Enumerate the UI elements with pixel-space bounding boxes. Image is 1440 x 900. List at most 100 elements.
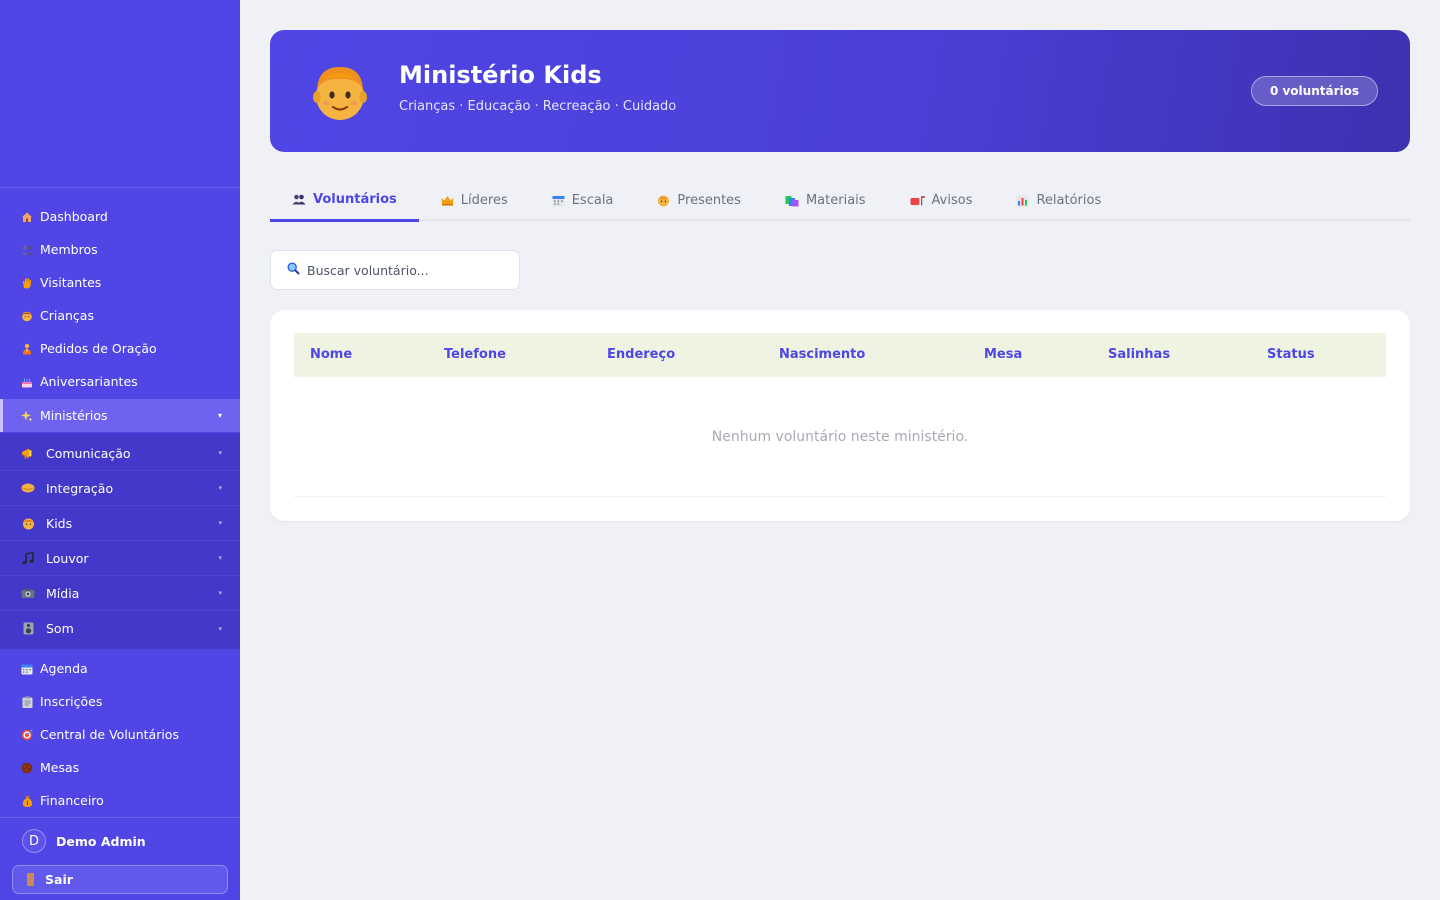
page-title: Ministério Kids [399,61,602,89]
calendar-icon [20,662,34,676]
clipboard-icon [20,695,34,709]
praying-icon [20,342,34,356]
ministry-header: Ministério Kids Crianças · Educação · Re… [270,30,1410,152]
submenu-item-integracao[interactable]: Integração ▾ [0,471,240,506]
books-icon [785,195,799,207]
table-icon [20,761,34,775]
volunteer-count-badge[interactable]: 0 voluntários [1250,76,1378,106]
chevron-down-icon: ▾ [218,624,222,633]
people-icon [20,243,34,257]
hand-wave-icon [20,276,34,290]
sidebar-item-mesas[interactable]: Mesas [0,751,240,784]
tab-label: Relatórios [1036,193,1102,208]
column-header-telefone[interactable]: Telefone [444,333,506,377]
chevron-down-icon: ▾ [218,519,222,527]
logout-label: Sair [45,872,73,887]
avatar: D [22,829,46,853]
table-header: Nome Telefone Endereço Nascimento Mesa S… [294,333,1386,377]
sparkles-icon [20,409,34,423]
sidebar-nav: Dashboard Membros Visitantes Crianças Pe… [0,200,240,817]
sidebar-item-label: Central de Voluntários [40,727,179,742]
door-icon [27,873,34,886]
music-note-icon [20,550,36,566]
submenu-item-label: Kids [46,515,73,531]
submenu-item-label: Integração [46,480,114,496]
submenu-item-louvor[interactable]: Louvor ▾ [0,541,240,576]
sidebar-item-inscricoes[interactable]: Inscrições [0,685,240,718]
sidebar-item-membros[interactable]: Membros [0,233,240,266]
search-input[interactable] [307,262,497,278]
column-header-mesa[interactable]: Mesa [984,333,1022,377]
mailbox-icon [910,195,925,206]
submenu-item-label: Mídia [46,585,80,601]
user-profile[interactable]: D Demo Admin [0,818,240,864]
submenu-item-som[interactable]: Som ▾ [0,611,240,646]
sidebar-item-label: Inscrições [40,694,103,709]
tab-escala[interactable]: Escala [530,180,636,221]
submenu-item-label: Comunicação [46,445,131,461]
child-face-icon [312,64,368,122]
tab-lideres[interactable]: Líderes [419,180,530,221]
submenu-item-label: Som [46,621,74,636]
camera-icon [20,585,36,601]
sidebar-item-agenda[interactable]: Agenda [0,652,240,685]
sidebar-item-label: Agenda [40,661,88,676]
submenu-item-comunicacao[interactable]: Comunicação ▾ [0,436,240,471]
tab-materiais[interactable]: Materiais [763,180,888,221]
tab-label: Presentes [677,193,741,208]
chevron-down-icon: ▾ [218,589,222,597]
target-icon [20,728,34,742]
tab-presentes[interactable]: Presentes [635,180,763,221]
sidebar-item-ministerios[interactable]: Ministérios ▾ [0,399,240,432]
child-icon [20,309,34,323]
submenu-item-kids[interactable]: Kids ▾ [0,506,240,541]
tab-label: Líderes [460,193,508,208]
sidebar-item-aniversariantes[interactable]: Aniversariantes [0,365,240,398]
tab-voluntarios[interactable]: Voluntários [270,180,419,222]
submenu-item-label: Louvor [46,550,89,566]
megaphone-icon [20,445,36,461]
child-face-icon [20,515,36,531]
sidebar-item-label: Ministérios [40,408,108,423]
column-header-endereco[interactable]: Endereço [607,333,675,377]
sidebar: Dashboard Membros Visitantes Crianças Pe… [0,0,240,900]
chevron-down-icon: ▾ [217,411,222,420]
speaker-icon [20,621,36,637]
sidebar-item-label: Aniversariantes [40,374,138,389]
column-header-nascimento[interactable]: Nascimento [779,333,865,377]
sidebar-item-pedidos-de-oracao[interactable]: Pedidos de Oração [0,332,240,365]
logout-button[interactable]: Sair [12,865,228,894]
sidebar-item-financeiro[interactable]: Financeiro [0,784,240,817]
volunteers-table-card: Nome Telefone Endereço Nascimento Mesa S… [270,310,1410,521]
sidebar-item-label: Membros [40,242,98,257]
handshake-icon [20,480,36,496]
sidebar-item-label: Mesas [40,760,80,775]
submenu-item-midia[interactable]: Mídia ▾ [0,576,240,611]
sidebar-item-dashboard[interactable]: Dashboard [0,200,240,233]
bar-chart-icon [1016,195,1029,207]
tab-label: Materiais [805,193,866,208]
column-header-status[interactable]: Status [1267,333,1315,377]
user-name: Demo Admin [56,833,146,849]
sidebar-item-label: Crianças [40,308,94,323]
sidebar-item-label: Financeiro [40,793,104,808]
search-icon [287,262,300,278]
column-header-nome[interactable]: Nome [310,333,352,377]
chevron-down-icon: ▾ [218,449,222,457]
sidebar-item-label: Pedidos de Oração [40,341,157,356]
column-header-salinhas[interactable]: Salinhas [1108,333,1170,377]
sidebar-item-criancas[interactable]: Crianças [0,299,240,332]
sidebar-item-label: Visitantes [40,275,102,290]
sidebar-item-central-de-voluntarios[interactable]: Central de Voluntários [0,718,240,751]
sidebar-item-visitantes[interactable]: Visitantes [0,266,240,299]
ministry-tabs: Voluntários Líderes Escala Presentes Mat… [270,180,1410,222]
sidebar-item-label: Dashboard [40,209,108,224]
search-field[interactable] [270,250,520,290]
calendar-icon [552,195,565,207]
tab-avisos[interactable]: Avisos [888,180,995,221]
tab-relatorios[interactable]: Relatórios [994,180,1123,221]
sidebar-header [0,0,240,188]
tab-label: Escala [571,193,614,208]
chevron-down-icon: ▾ [218,554,222,562]
empty-state-message: Nenhum voluntário neste ministério. [294,377,1386,497]
